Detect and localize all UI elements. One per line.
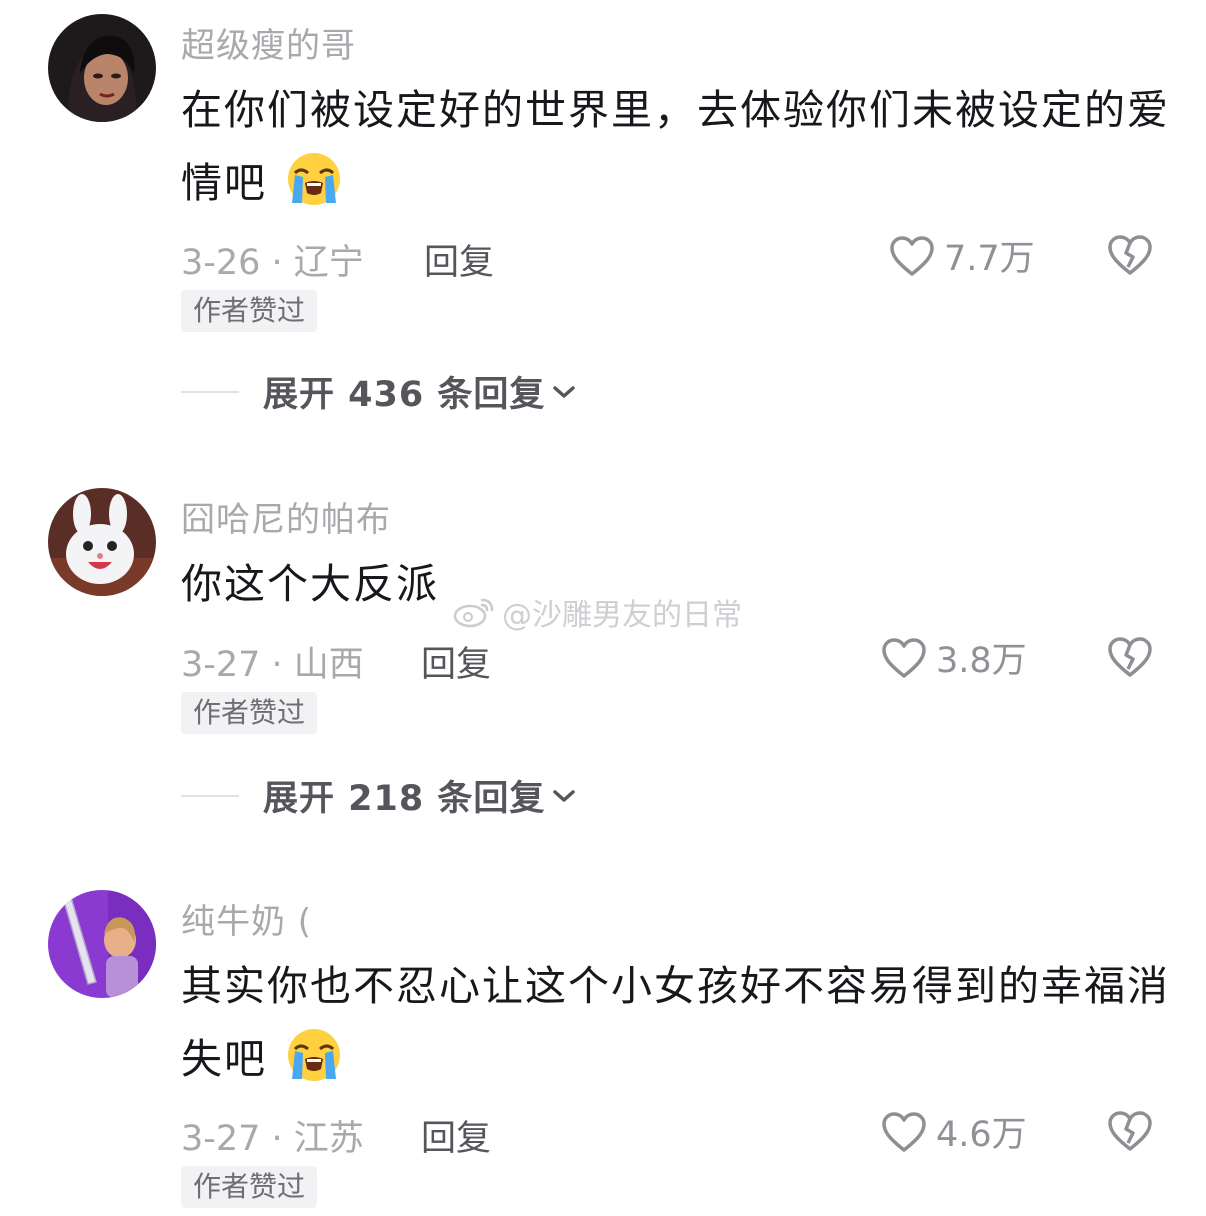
- expand-replies-label: 展开 436 条回复: [263, 375, 546, 415]
- dislike-button[interactable]: [1106, 1108, 1154, 1154]
- expand-replies-label: 展开 218 条回复: [263, 779, 546, 819]
- loudly-crying-face-icon: [288, 153, 341, 205]
- loudly-crying-face-icon: [288, 1029, 341, 1081]
- avatar[interactable]: [48, 890, 156, 998]
- dislike-button[interactable]: [1106, 634, 1154, 680]
- comment-date-location: 3-27 · 山西: [181, 645, 364, 685]
- comment-date-location: 3-26 · 辽宁: [181, 243, 364, 283]
- comment-username[interactable]: 纯牛奶 (: [181, 894, 312, 943]
- comment-text: 在你们被设定好的世界里，去体验你们未被设定的爱情吧: [181, 74, 1171, 220]
- reply-button[interactable]: 回复: [421, 1110, 491, 1161]
- broken-heart-icon: [1108, 1111, 1152, 1151]
- comment-username[interactable]: 超级瘦的哥: [181, 18, 356, 67]
- expand-replies-button[interactable]: 展开 218 条回复: [181, 770, 577, 821]
- broken-heart-icon: [1108, 235, 1152, 275]
- divider: [181, 794, 239, 797]
- author-liked-badge: 作者赞过: [181, 692, 318, 734]
- divider: [181, 390, 239, 393]
- broken-heart-icon: [1108, 637, 1152, 677]
- like-button[interactable]: 3.8万: [880, 632, 1027, 683]
- expand-replies-button[interactable]: 展开 436 条回复: [181, 366, 577, 417]
- like-count: 7.7万: [944, 239, 1035, 279]
- heart-outline-icon: [882, 1111, 926, 1152]
- like-button[interactable]: 4.6万: [880, 1106, 1027, 1157]
- author-liked-badge: 作者赞过: [181, 290, 318, 332]
- comment-username[interactable]: 囧哈尼的帕布: [181, 492, 391, 541]
- reply-button[interactable]: 回复: [424, 234, 494, 285]
- like-button[interactable]: 7.7万: [888, 230, 1035, 281]
- comment-date-location: 3-27 · 江苏: [181, 1119, 364, 1159]
- avatar[interactable]: [48, 14, 156, 122]
- heart-outline-icon: [890, 235, 934, 276]
- dislike-button[interactable]: [1106, 232, 1154, 278]
- heart-outline-icon: [882, 637, 926, 678]
- watermark-text: @沙雕男友的日常: [502, 598, 742, 633]
- chevron-down-icon: [553, 385, 576, 398]
- reply-button[interactable]: 回复: [421, 636, 491, 687]
- like-count: 4.6万: [936, 1115, 1027, 1155]
- weibo-logo-icon: [453, 598, 494, 628]
- avatar[interactable]: [48, 488, 156, 596]
- comment-text: 其实你也不忍心让这个小女孩好不容易得到的幸福消失吧: [181, 950, 1171, 1096]
- author-liked-badge: 作者赞过: [181, 1166, 318, 1208]
- chevron-down-icon: [553, 789, 576, 802]
- comment-text-body: 你这个大反派: [181, 560, 439, 608]
- like-count: 3.8万: [936, 641, 1027, 681]
- watermark: @沙雕男友的日常: [452, 590, 742, 634]
